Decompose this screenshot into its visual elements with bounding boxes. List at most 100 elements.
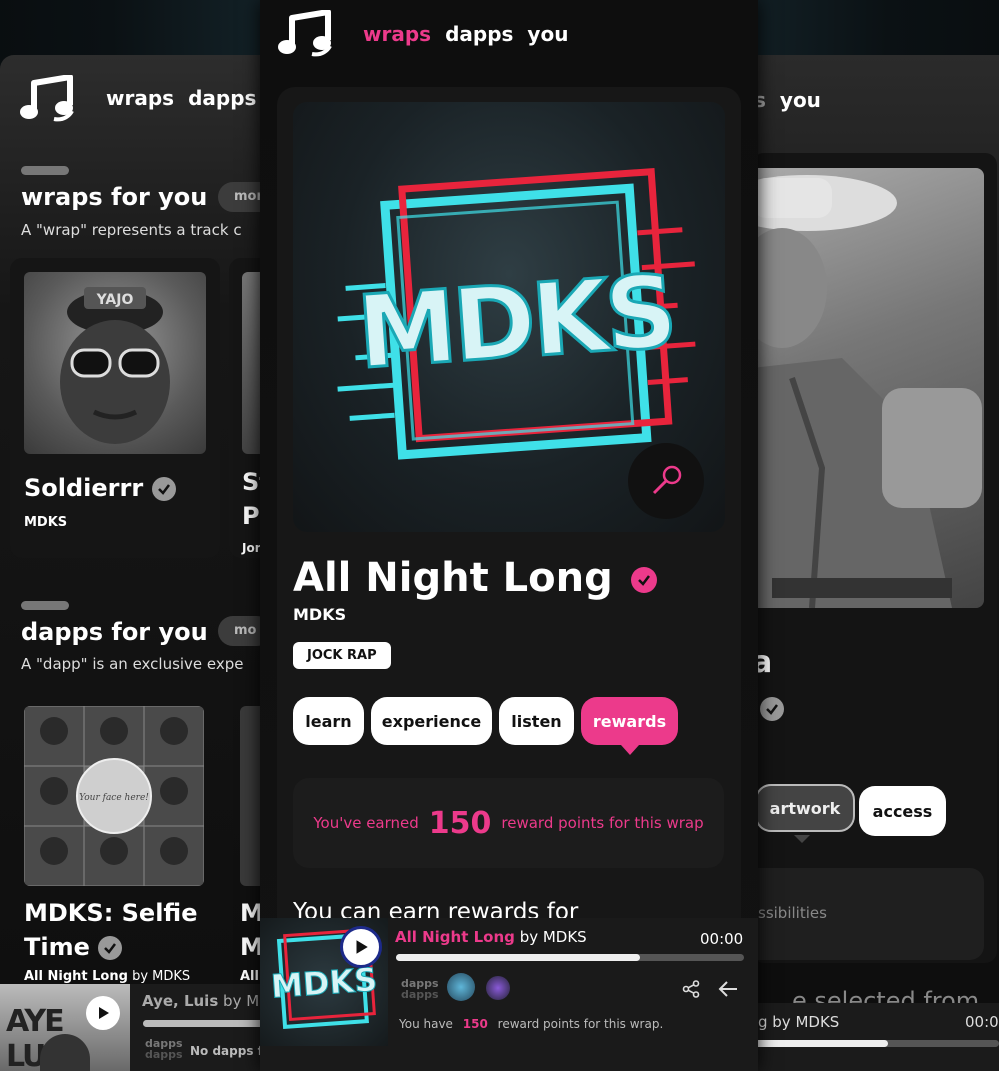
reward-before: You have: [399, 1017, 453, 1031]
nav-wraps[interactable]: wraps: [363, 22, 431, 46]
dapps-section-subtitle: A "dapp" is an exclusive expe: [21, 655, 244, 673]
left-progress-bar[interactable]: [143, 1020, 262, 1027]
tab-artwork[interactable]: artwork: [755, 784, 855, 832]
wrap-card-2[interactable]: St Pa Jor: [229, 258, 262, 558]
track-artist[interactable]: MDKS: [293, 605, 346, 624]
genre-tag: JOCK RAP: [293, 642, 391, 669]
wrap-artist-2: Jor: [242, 541, 261, 555]
section-handle-2: [21, 601, 69, 610]
nav-you[interactable]: you: [780, 88, 821, 112]
dapp-artwork-2[interactable]: [240, 706, 262, 886]
dapp-artwork[interactable]: Your face here!: [24, 706, 204, 886]
wrap-card[interactable]: YAJO Soldierrr MDKS: [10, 258, 220, 558]
tab-experience[interactable]: experience: [371, 697, 492, 745]
right-phone-screen: s you a artwork access ssibilities e sel…: [752, 55, 999, 1071]
cover-text: MDKS: [354, 253, 677, 392]
play-button[interactable]: [86, 996, 120, 1030]
nav-dapps[interactable]: dapps: [445, 22, 513, 46]
center-mini-player[interactable]: MDKS All Night Long by MDKS 00:00 dapps …: [260, 918, 758, 1071]
dapp-avatar-1[interactable]: [447, 973, 475, 1001]
left-player-track-name[interactable]: Aye, Luis: [142, 992, 218, 1010]
left-mini-player[interactable]: AYE LUIS Aye, Luis by MD dapps dapps No …: [0, 984, 262, 1071]
wrap-title-2-line1: St: [242, 468, 262, 496]
section-handle: [21, 166, 69, 175]
right-progress-bar[interactable]: [752, 1040, 999, 1047]
center-nav: wraps dapps you: [363, 22, 568, 46]
dapp-title-2-line1: M: [240, 899, 262, 927]
right-nav: s you: [754, 88, 821, 112]
rewards-text-before: You've earned: [313, 814, 419, 832]
app-logo-icon[interactable]: [20, 75, 78, 125]
verified-check-icon: [760, 697, 784, 721]
more-wraps-button[interactable]: more: [218, 182, 262, 212]
dapp-track-2: All: [240, 969, 259, 984]
verified-check-icon: [151, 477, 176, 501]
play-icon: [356, 940, 368, 954]
rewards-text-after: reward points for this wrap: [501, 814, 704, 832]
tab-learn[interactable]: learn: [293, 697, 364, 745]
right-artwork[interactable]: [752, 168, 984, 608]
center-player-track-line: All Night Long by MDKS: [395, 928, 587, 946]
dapp-track-line: All Night Long by MDKS: [24, 969, 190, 984]
dapp-track-name[interactable]: All Night Long: [24, 969, 128, 984]
left-nav: wraps dapps: [106, 86, 256, 110]
center-player-track[interactable]: All Night Long: [395, 928, 515, 946]
center-player-time: 00:00: [700, 930, 744, 948]
left-no-dapps: No dapps fo: [190, 1044, 262, 1058]
reward-after: reward points for this wrap.: [497, 1017, 664, 1031]
wrap-title-2-line2: Pa: [242, 502, 262, 530]
center-dapps-label-shadow: dapps: [401, 988, 439, 1001]
center-player-reward-line: You have 150 reward points for this wrap…: [399, 1017, 663, 1031]
dapp-track-by: by MDKS: [132, 969, 191, 984]
nav-you[interactable]: you: [527, 22, 568, 46]
left-player-track: Aye, Luis by MD: [142, 992, 262, 1010]
track-title-row: All Night Long: [293, 555, 657, 601]
progress-fill: [396, 954, 640, 961]
right-info-box: ssibilities: [752, 868, 984, 960]
wrap-artwork: YAJO: [24, 272, 206, 454]
app-logo-icon[interactable]: [278, 10, 336, 60]
mic-button[interactable]: [628, 443, 704, 519]
play-button[interactable]: [340, 926, 382, 968]
wrap-artwork-2: [242, 272, 262, 454]
dapp-title-line2: Time: [24, 933, 123, 961]
rewards-summary: You've earned 150 reward points for this…: [293, 778, 724, 868]
dapp-title-line1: MDKS: Selfie: [24, 899, 198, 927]
wraps-section-subtitle: A "wrap" represents a track c: [21, 221, 242, 239]
tab-listen[interactable]: listen: [499, 697, 574, 745]
arrow-left-icon: [718, 981, 737, 997]
right-player-time: 00:0: [965, 1013, 999, 1031]
wrap-title: Soldierrr: [24, 474, 176, 502]
center-progress-bar[interactable]: [396, 954, 744, 961]
track-title: All Night Long: [293, 555, 613, 601]
left-dapps-label-shadow: dapps: [145, 1048, 183, 1061]
left-player-by: by MD: [223, 992, 262, 1010]
nav-wraps[interactable]: wraps: [106, 86, 174, 110]
back-button[interactable]: [717, 979, 739, 1003]
left-phone-screen: wraps dapps wraps for you more A "wrap" …: [0, 55, 262, 1071]
verified-check-icon: [98, 936, 123, 960]
wrap-artist: MDKS: [24, 515, 68, 530]
active-tab-pointer: [794, 835, 810, 843]
tab-access[interactable]: access: [859, 786, 946, 836]
wraps-section-title: wraps for you: [21, 183, 208, 211]
share-button[interactable]: [682, 980, 700, 1002]
nav-dapps[interactable]: dapps: [188, 86, 256, 110]
dapp-title-line2-text: Time: [24, 933, 90, 961]
active-tab-pointer: [621, 745, 639, 755]
tab-rewards[interactable]: rewards: [581, 697, 678, 745]
more-dapps-button[interactable]: mo: [218, 616, 262, 646]
center-phone-screen: wraps dapps you MDKS All Night Long MDKS…: [260, 0, 758, 1071]
cover-artwork: MDKS: [293, 102, 725, 532]
right-mini-player[interactable]: g by MDKS 00:0: [752, 1003, 999, 1071]
cap-text: YAJO: [96, 292, 134, 308]
share-icon: [682, 980, 700, 998]
right-info-text: ssibilities: [758, 904, 827, 922]
right-card: [752, 153, 997, 963]
dapp-badge-text: Your face here!: [79, 793, 149, 803]
wrap-title-text: Soldierrr: [24, 474, 144, 502]
rewards-points: 150: [428, 805, 492, 841]
dapp-avatar-2[interactable]: [486, 976, 510, 1000]
dapp-title-2-line2: M: [240, 933, 262, 961]
right-player-by: g by MDKS: [758, 1013, 840, 1031]
